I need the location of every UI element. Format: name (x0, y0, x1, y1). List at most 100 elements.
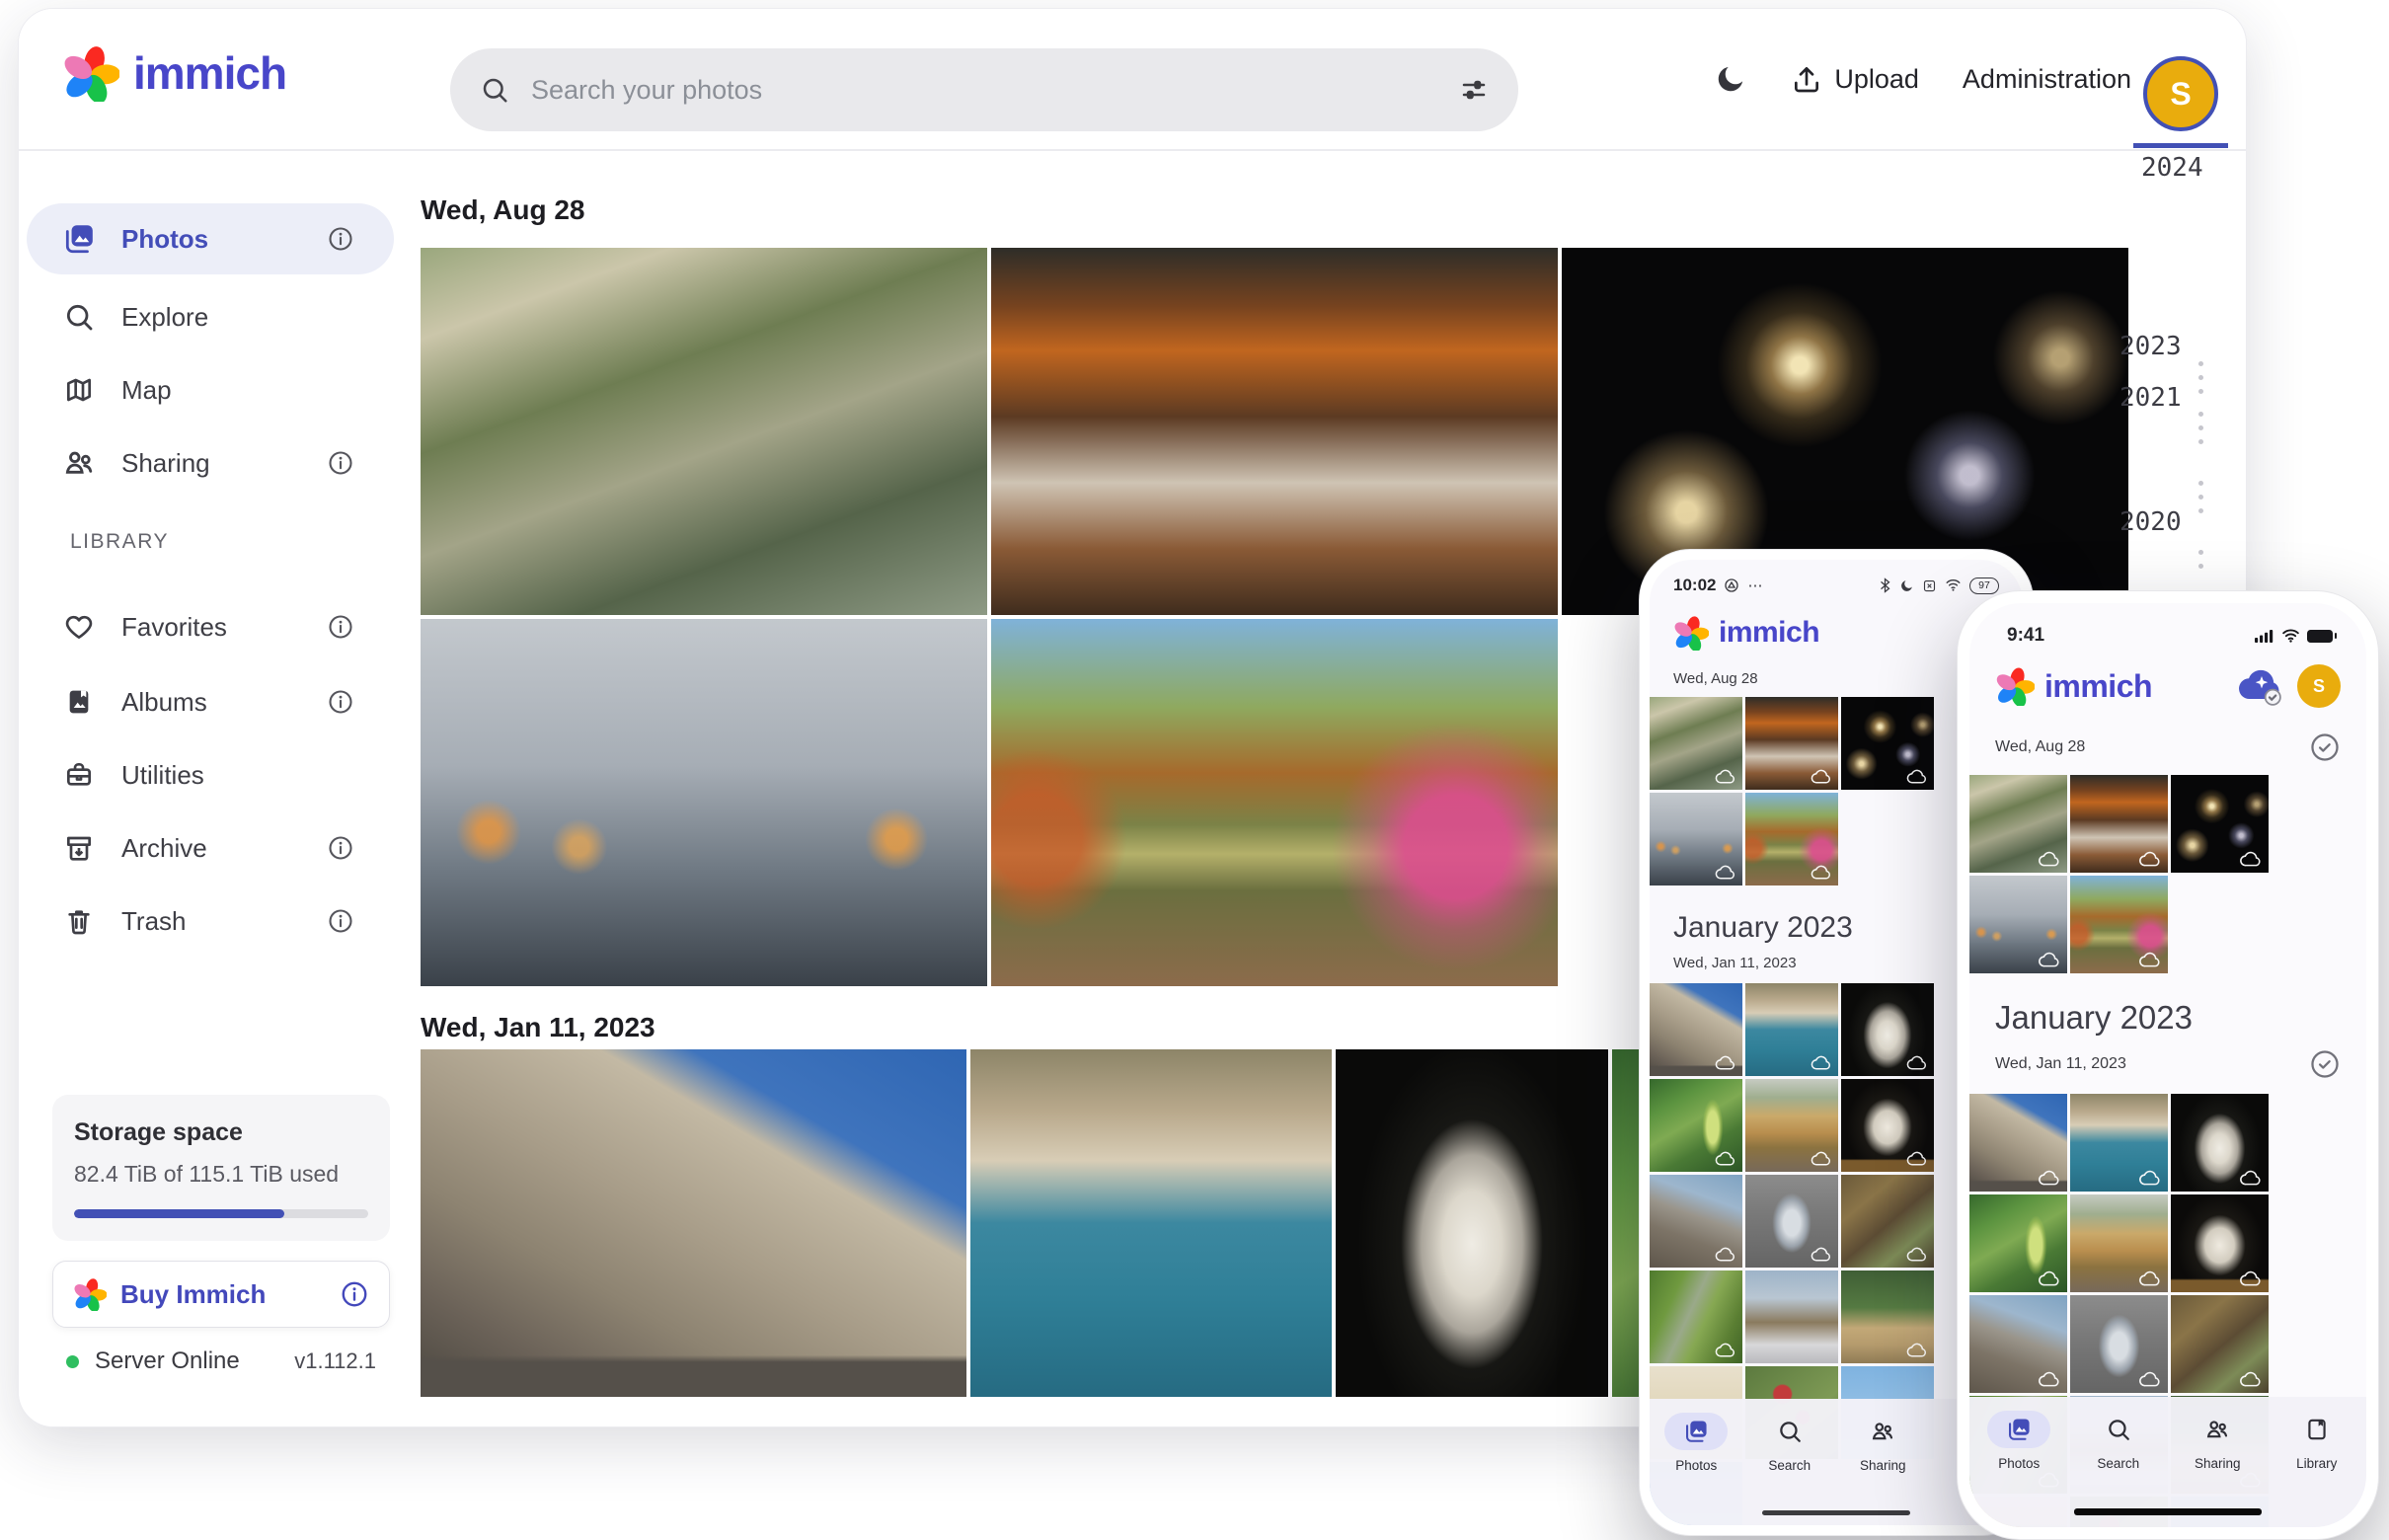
user-avatar[interactable]: S (2297, 664, 2341, 708)
cloud-backup-icon (2239, 1370, 2263, 1388)
photo-castle-ruins[interactable] (1969, 1295, 2067, 1393)
photo-lizard-leaves[interactable] (2171, 1295, 2269, 1393)
sidebar-item-favorites[interactable]: Favorites (27, 591, 394, 662)
nav-search[interactable]: Search (1747, 1413, 1832, 1473)
trash-icon (62, 904, 96, 938)
photo-dinner-table[interactable] (2070, 775, 2168, 873)
photo-silver-trophy[interactable] (2070, 1295, 2168, 1393)
sidebar-label: Sharing (121, 448, 210, 479)
nav-search[interactable]: Search (2076, 1411, 2161, 1471)
battery-icon: 97 (1969, 578, 1999, 594)
photo-marble-bust[interactable] (1841, 983, 1934, 1076)
server-status-row: Server Online v1.112.1 (66, 1348, 376, 1375)
photo-lizard-leaves[interactable] (1841, 1175, 1934, 1268)
photo-monkeys-zoo[interactable] (1650, 697, 1742, 790)
photo-marble-bust[interactable] (1336, 1049, 1608, 1397)
app-header: immich Search your photos (19, 9, 2246, 149)
photo-holding-hands[interactable] (1969, 876, 2067, 973)
immich-logo[interactable]: immich (62, 44, 286, 102)
nav-sharing[interactable]: Sharing (2175, 1411, 2260, 1471)
photo-beach-cliff[interactable] (2070, 1194, 2168, 1292)
timeline-ticks (2198, 361, 2203, 394)
info-icon[interactable] (327, 688, 354, 716)
archive-icon (62, 831, 96, 865)
info-icon[interactable] (327, 449, 354, 477)
nav-photos[interactable]: Photos (1654, 1413, 1738, 1473)
photo-autumn-path[interactable] (2070, 876, 2168, 973)
timeline-position-indicator[interactable] (2133, 143, 2228, 148)
photo-castle-ruins[interactable] (1650, 1175, 1742, 1268)
status-time: 9:41 (2007, 625, 2044, 647)
cloud-backup-icon (1715, 864, 1736, 881)
sidebar-item-sharing[interactable]: Sharing (27, 427, 394, 499)
dark-mode-toggle[interactable] (1714, 62, 1747, 96)
select-check-icon[interactable] (2309, 732, 2341, 763)
sidebar-item-albums[interactable]: Albums (27, 666, 394, 737)
upload-button[interactable]: Upload (1791, 63, 1919, 95)
sidebar-item-archive[interactable]: Archive (27, 812, 394, 884)
photo-stone-sculpture[interactable] (2171, 1194, 2269, 1292)
photo-holding-hands[interactable] (421, 619, 987, 986)
nav-sharing[interactable]: Sharing (1840, 1413, 1925, 1473)
photo-stone-sculpture[interactable] (1841, 1079, 1934, 1172)
photo-winter-village[interactable] (1745, 1270, 1838, 1363)
nav-photos[interactable]: Photos (1976, 1411, 2061, 1471)
timeline-year[interactable]: 2023 (2119, 332, 2214, 361)
nav-label: Search (2097, 1456, 2139, 1471)
photo-beach-cliff[interactable] (1745, 1079, 1838, 1172)
timeline-year-current[interactable]: 2024 (2141, 153, 2236, 183)
photo-sea-grapes[interactable] (1650, 1079, 1742, 1172)
cloud-backup-icon (2239, 1270, 2263, 1287)
photo-autumn-path[interactable] (991, 619, 1558, 986)
cloud-sync-icon[interactable] (2236, 665, 2287, 707)
cloud-backup-icon (1906, 1150, 1928, 1167)
cloud-backup-icon (1811, 1150, 1832, 1167)
sidebar-label: Map (121, 375, 172, 406)
photo-fireworks[interactable] (1841, 697, 1934, 790)
info-icon[interactable] (327, 613, 354, 641)
sidebar-item-map[interactable]: Map (27, 354, 394, 425)
photo-autumn-path[interactable] (1745, 793, 1838, 886)
photo-coast-town[interactable] (2070, 1094, 2168, 1192)
select-check-icon[interactable] (2309, 1048, 2341, 1080)
photo-dinner-table[interactable] (1745, 697, 1838, 790)
filter-sliders-icon[interactable] (1459, 75, 1489, 105)
photo-fortress-walls[interactable] (1969, 1094, 2067, 1192)
info-icon[interactable] (327, 907, 354, 935)
search-input[interactable]: Search your photos (450, 48, 1518, 131)
phone-date-header: Wed, Jan 11, 2023 (1995, 1055, 2126, 1073)
photo-coast-town[interactable] (970, 1049, 1332, 1397)
phone-immich-logo: immich S (1969, 647, 2366, 714)
cloud-backup-icon (1811, 864, 1832, 881)
photo-dinner-table[interactable] (991, 248, 1558, 615)
photo-sea-grapes[interactable] (1969, 1194, 2067, 1292)
search-placeholder: Search your photos (531, 75, 1459, 106)
sidebar-item-utilities[interactable]: Utilities (27, 739, 394, 810)
photo-farm-field[interactable] (1841, 1270, 1934, 1363)
photo-coast-town[interactable] (1745, 983, 1838, 1076)
photo-fortress-walls[interactable] (1650, 983, 1742, 1076)
photo-silver-trophy[interactable] (1745, 1175, 1838, 1268)
user-avatar[interactable]: S (2143, 56, 2218, 131)
sidebar-item-trash[interactable]: Trash (27, 886, 394, 957)
buy-immich-button[interactable]: Buy Immich (52, 1261, 390, 1328)
info-icon[interactable] (327, 834, 354, 862)
info-icon[interactable] (327, 225, 354, 253)
status-time: 10:02 (1673, 576, 1716, 595)
photo-holding-hands[interactable] (1650, 793, 1742, 886)
brand-wordmark: immich (133, 46, 286, 100)
sidebar-item-photos[interactable]: Photos (27, 203, 394, 274)
sidebar-item-explore[interactable]: Explore (27, 281, 394, 352)
photo-marble-bust[interactable] (2171, 1094, 2269, 1192)
nav-library[interactable]: Library (2274, 1411, 2359, 1471)
photo-lizard-moss[interactable] (1650, 1270, 1742, 1363)
sidebar-label: Albums (121, 687, 207, 718)
administration-link[interactable]: Administration (1963, 64, 2131, 95)
ios-phone-mockup: 9:41 immich (1957, 590, 2379, 1540)
photo-fireworks[interactable] (2171, 775, 2269, 873)
cloud-backup-icon (2239, 1169, 2263, 1187)
immich-flower-icon (62, 44, 119, 102)
photo-fortress-walls[interactable] (421, 1049, 966, 1397)
photo-monkeys-zoo[interactable] (421, 248, 987, 615)
photo-monkeys-zoo[interactable] (1969, 775, 2067, 873)
